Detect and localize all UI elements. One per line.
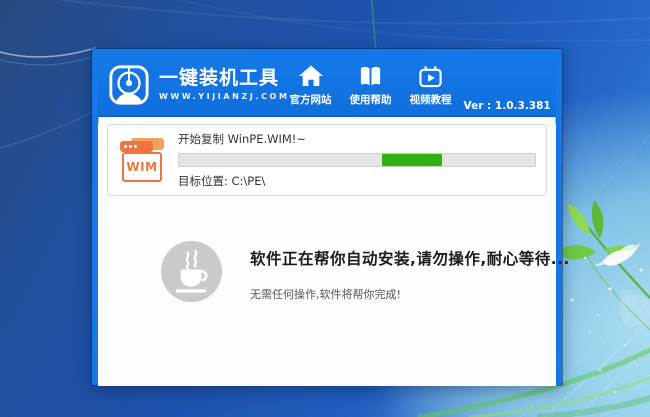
message-text-block: 软件正在帮你自动安装,请勿操作,耐心等待... 无需任何操作,软件将帮你完成!	[250, 240, 570, 302]
message-title: 软件正在帮你自动安装,请勿操作,耐心等待...	[250, 247, 570, 269]
nav-official-site-label: 官方网站	[290, 92, 332, 107]
stem-above-window	[372, 0, 376, 49]
wim-file-icon: WIM	[118, 136, 168, 184]
progress-details: 开始复制 WinPE.WIM!~ 目标位置: C:\PE\	[178, 131, 536, 189]
nav-video-tutorial-label: 视频教程	[410, 92, 452, 107]
waiting-message: 软件正在帮你自动安装,请勿操作,耐心等待... 无需任何操作,软件将帮你完成!	[98, 240, 556, 303]
window-body: WIM 开始复制 WinPE.WIM!~ 目标位置: C:\PE\	[98, 124, 556, 386]
book-icon	[358, 63, 383, 89]
header-nav: 官方网站 使用帮助	[290, 63, 452, 107]
sparkles	[561, 257, 650, 394]
video-icon	[418, 63, 443, 89]
progress-bar-track	[178, 153, 536, 167]
progress-status-text: 开始复制 WinPE.WIM!~	[178, 131, 536, 147]
app-branding: 一键装机工具 WWW.YIJIANZJ.COM	[159, 69, 290, 101]
progress-chunk	[382, 154, 443, 166]
version-text: Ver : 1.0.3.381	[464, 100, 551, 115]
message-subtitle: 无需任何操作,软件将帮你完成!	[250, 286, 570, 302]
app-logo-icon	[108, 64, 150, 106]
bird-icon	[594, 243, 640, 266]
desktop: { "window": { "logo": { "title": "一键装机工具…	[0, 0, 650, 417]
progress-panel: WIM 开始复制 WinPE.WIM!~ 目标位置: C:\PE\	[107, 124, 547, 196]
plant-branch	[556, 200, 650, 330]
app-website-text: WWW.YIJIANZJ.COM	[159, 93, 290, 101]
target-location-text: 目标位置: C:\PE\	[178, 173, 536, 189]
wim-file-badge: WIM	[122, 152, 162, 182]
nav-help[interactable]: 使用帮助	[350, 63, 392, 107]
nav-official-site[interactable]: 官方网站	[290, 63, 332, 107]
app-title: 一键装机工具	[159, 69, 290, 88]
nav-help-label: 使用帮助	[350, 92, 392, 107]
coffee-cup-icon	[160, 240, 223, 303]
installer-window: 一键装机工具 WWW.YIJIANZJ.COM 官方网站	[92, 49, 562, 385]
window-header: 一键装机工具 WWW.YIJIANZJ.COM 官方网站	[98, 55, 556, 117]
nav-video-tutorial[interactable]: 视频教程	[410, 63, 452, 107]
home-icon	[298, 63, 324, 89]
